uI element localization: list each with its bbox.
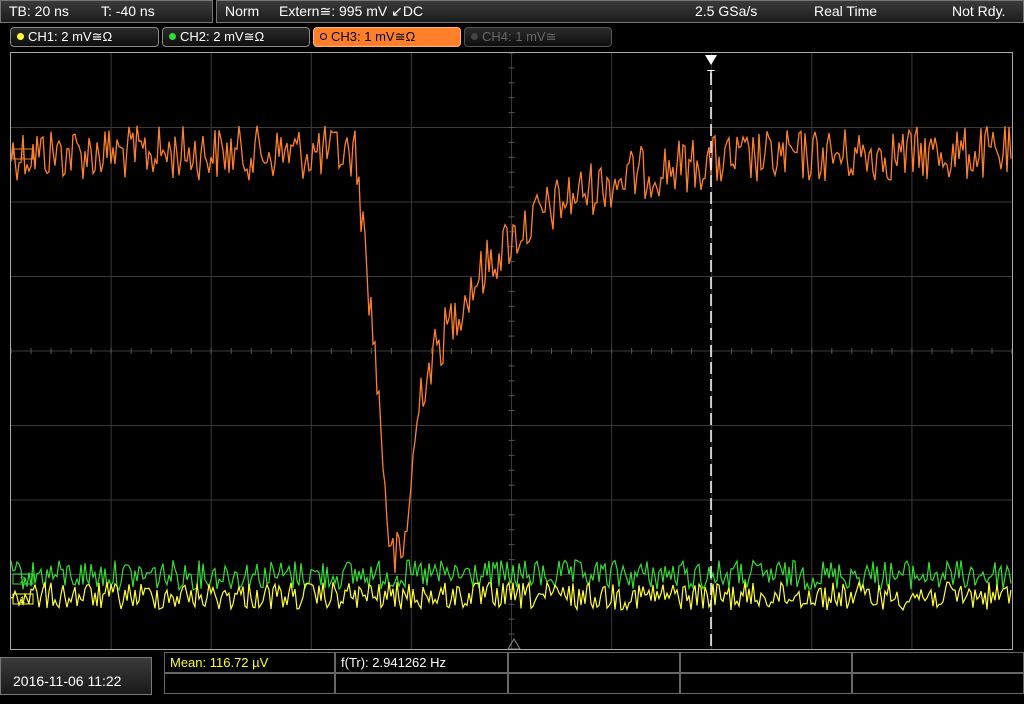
timebase-label: TB: 20 ns — [9, 3, 69, 19]
measurement-slot-5[interactable] — [852, 652, 1024, 673]
measurement-slot-9[interactable] — [680, 673, 852, 694]
waveform-display[interactable]: T 3 2 1 — [10, 52, 1013, 650]
trigger-offset-label: T: -40 ns — [101, 3, 155, 19]
channel-4-button[interactable]: CH4: 1 mV≅ — [464, 27, 612, 47]
acquisition-mode: Real Time — [814, 3, 878, 19]
trigger-source: Extern≅: 995 mV ↙DC — [279, 3, 424, 19]
channel-3-label: CH3: 1 mV≅Ω — [331, 29, 416, 44]
measurement-panel[interactable]: Mean: 116.72 µV f(Tr): 2.941262 Hz — [164, 652, 1024, 695]
top-status-bar: TB: 20 ns T: -40 ns Norm Extern≅: 995 mV… — [0, 0, 1024, 25]
trigger-marker-label: T — [707, 67, 715, 82]
measurement-slot-6[interactable] — [164, 673, 335, 694]
channel-3-marker-label: 3 — [20, 150, 25, 160]
frequency-measurement[interactable]: f(Tr): 2.941262 Hz — [335, 652, 508, 673]
channel-1-marker-label: 1 — [20, 595, 25, 605]
channel-4-dot-icon — [471, 33, 478, 41]
channel-1-dot-icon — [17, 33, 24, 41]
channel-2-marker-label: 2 — [20, 575, 25, 585]
sample-rate: 2.5 GSa/s — [695, 3, 758, 19]
acquisition-status-bar[interactable]: Norm Extern≅: 995 mV ↙DC 2.5 GSa/s Real … — [216, 0, 1024, 23]
measurement-slot-4[interactable] — [680, 652, 852, 673]
channel-3-button[interactable]: CH3: 1 mV≅Ω — [313, 27, 461, 47]
timebase-box[interactable]: TB: 20 ns T: -40 ns — [0, 0, 213, 23]
channel-3-dot-icon — [320, 33, 327, 41]
measurement-slot-7[interactable] — [335, 673, 508, 694]
waveform-plot: T 3 2 1 — [11, 53, 1012, 649]
channel-4-label: CH4: 1 mV≅ — [482, 29, 557, 44]
trigger-state: Not Rdy. — [952, 3, 1006, 19]
measurement-slot-10[interactable] — [852, 673, 1024, 694]
trigger-position-icon[interactable] — [705, 55, 717, 65]
trigger-mode: Norm — [225, 3, 260, 19]
channel-2-label: CH2: 2 mV≅Ω — [180, 29, 265, 44]
channel-1-label: CH1: 2 mV≅Ω — [28, 29, 113, 44]
graticule — [11, 53, 1012, 649]
measurement-slot-3[interactable] — [508, 652, 680, 673]
channel-1-button[interactable]: CH1: 2 mV≅Ω — [10, 27, 159, 47]
channel-3-offset-marker[interactable]: 3 — [12, 148, 34, 160]
channel-2-button[interactable]: CH2: 2 mV≅Ω — [162, 27, 310, 47]
time-reference-icon — [507, 638, 521, 649]
mean-measurement[interactable]: Mean: 116.72 µV — [164, 652, 335, 673]
channel-2-dot-icon — [169, 33, 176, 41]
date-time-display: 2016-11-06 11:22 — [0, 657, 152, 695]
measurement-slot-8[interactable] — [508, 673, 680, 694]
